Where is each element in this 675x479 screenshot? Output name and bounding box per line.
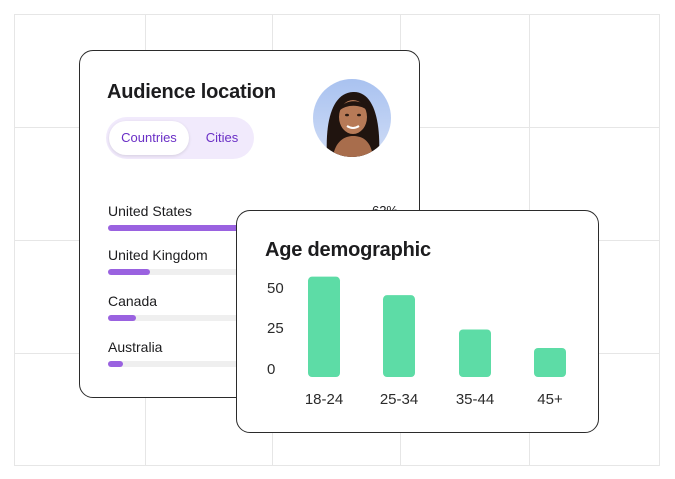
progress-fill [108,315,136,321]
x-tick-label: 45+ [537,391,563,408]
progress-fill [108,269,151,275]
tab-countries[interactable]: Countries [109,121,189,155]
y-tick-label: 25 [267,320,284,337]
country-name: Canada [108,293,158,309]
age-bar-chart: 0 25 50 18-24 25-34 35-44 45+ [267,276,566,408]
progress-fill [108,361,123,367]
audience-location-title: Audience location [107,81,276,103]
bar-35-44 [459,329,491,377]
x-tick-label: 18-24 [305,391,343,408]
country-name: United States [108,203,193,219]
bar-18-24 [308,276,340,377]
tab-cities[interactable]: Cities [194,121,250,155]
bar-45+ [534,347,566,377]
avatar [313,79,391,157]
x-tick-label: 35-44 [456,391,494,408]
y-tick-label: 0 [267,361,275,378]
y-tick-label: 50 [267,280,284,297]
x-tick-label: 25-34 [380,391,418,408]
bar-25-34 [383,295,415,377]
country-name: United Kingdom [108,247,208,263]
age-demographic-card: Age demographic 0 25 50 18-24 25-34 35-44 45+ [236,210,599,433]
country-name: Australia [108,339,163,355]
location-type-toggle: Countries Cities [106,117,254,159]
